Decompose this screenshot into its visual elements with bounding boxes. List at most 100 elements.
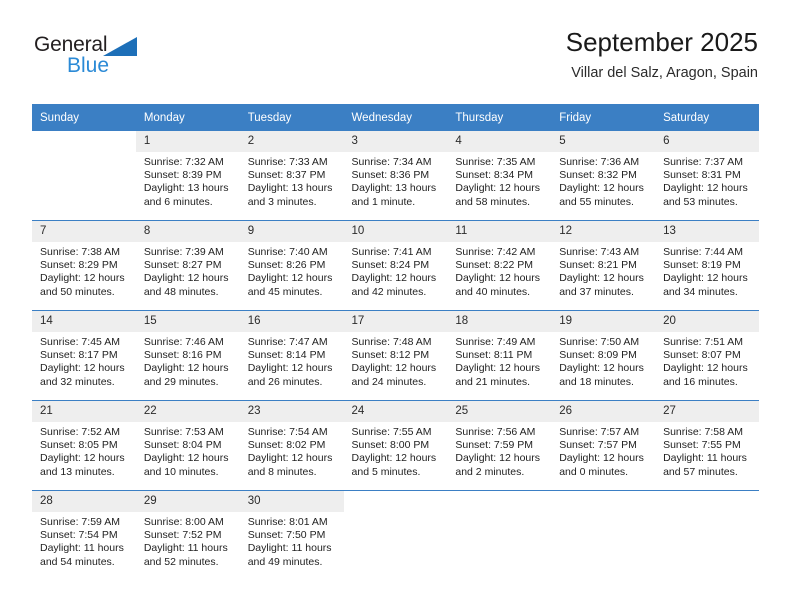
sunrise-text: Sunrise: 7:54 AM <box>247 426 328 438</box>
calendar-day-cell[interactable]: 26 Sunrise: 7:57 AM Sunset: 7:57 PM Dayligh… <box>551 400 656 491</box>
sunrise-text: Sunrise: 7:59 AM <box>40 516 120 528</box>
calendar-day-cell[interactable]: 18 Sunrise: 7:49 AM Sunset: 8:11 PM Dayligh… <box>447 310 552 401</box>
day-number: 30 <box>239 491 344 512</box>
day-cell-content: 21 Sunrise: 7:52 AM Sunset: 8:05 PM Dayligh… <box>32 401 136 490</box>
daylight-text: Daylight: 12 hours and 55 minutes. <box>559 182 644 208</box>
calendar-day-cell[interactable]: 30 Sunrise: 8:01 AM Sunset: 7:50 PM Dayligh… <box>239 490 344 580</box>
day-number: 10 <box>343 221 448 242</box>
day-number: 19 <box>551 311 656 332</box>
calendar-page: General Blue September 2025 Villar del S… <box>0 0 792 612</box>
day-sun-info: Sunrise: 7:59 AM Sunset: 7:54 PM Daylight:… <box>32 512 136 569</box>
sunrise-text: Sunrise: 7:51 AM <box>663 336 744 348</box>
calendar-day-cell[interactable]: 10 Sunrise: 7:41 AM Sunset: 8:24 PM Dayligh… <box>343 220 448 311</box>
calendar-day-cell[interactable]: 7 Sunrise: 7:38 AM Sunset: 8:29 PM Daylight… <box>32 220 136 311</box>
day-sun-info: Sunrise: 7:34 AM Sunset: 8:36 PM Daylight:… <box>344 152 448 209</box>
sunrise-text: Sunrise: 7:36 AM <box>559 156 640 168</box>
weekday-header-friday: Friday <box>551 104 656 131</box>
day-number: 1 <box>135 131 240 152</box>
daylight-text: Daylight: 12 hours and 58 minutes. <box>455 182 541 208</box>
calendar-table: Sunday Monday Tuesday Wednesday Thursday… <box>32 104 759 580</box>
calendar-day-cell[interactable]: 6 Sunrise: 7:37 AM Sunset: 8:31 PM Daylight… <box>655 131 759 221</box>
sunset-text: Sunset: 8:36 PM <box>351 169 430 182</box>
daylight-text: Daylight: 12 hours and 5 minutes. <box>351 452 437 478</box>
calendar-day-cell[interactable]: 22 Sunrise: 7:53 AM Sunset: 8:04 PM Dayligh… <box>135 400 240 491</box>
sunset-text: Sunset: 8:12 PM <box>351 349 430 362</box>
sunset-text: Sunset: 8:11 PM <box>455 349 533 362</box>
calendar-day-cell[interactable]: 16 Sunrise: 7:47 AM Sunset: 8:14 PM Dayligh… <box>239 310 344 401</box>
calendar-day-cell[interactable]: 11 Sunrise: 7:42 AM Sunset: 8:22 PM Dayligh… <box>447 220 552 311</box>
sunset-text: Sunset: 7:59 PM <box>455 439 534 452</box>
day-number: 23 <box>239 401 344 422</box>
calendar-day-cell[interactable]: 14 Sunrise: 7:45 AM Sunset: 8:17 PM Dayligh… <box>32 310 136 401</box>
daylight-text: Daylight: 12 hours and 26 minutes. <box>247 362 333 388</box>
daylight-text: Daylight: 13 hours and 1 minute. <box>351 182 437 208</box>
daylight-text: Daylight: 12 hours and 34 minutes. <box>663 272 748 298</box>
day-cell-content: 7 Sunrise: 7:38 AM Sunset: 8:29 PM Daylight… <box>32 221 136 310</box>
sunrise-text: Sunrise: 7:42 AM <box>455 246 536 258</box>
calendar-day-cell[interactable]: 20 Sunrise: 7:51 AM Sunset: 8:07 PM Dayligh… <box>655 310 759 401</box>
calendar-day-cell[interactable]: 24 Sunrise: 7:55 AM Sunset: 8:00 PM Dayligh… <box>343 400 448 491</box>
day-cell-content: 25 Sunrise: 7:56 AM Sunset: 7:59 PM Dayligh… <box>447 401 552 490</box>
calendar-day-cell[interactable]: 28 Sunrise: 7:59 AM Sunset: 7:54 PM Dayligh… <box>32 490 136 580</box>
calendar-day-cell[interactable]: 29 Sunrise: 8:00 AM Sunset: 7:52 PM Dayligh… <box>135 490 240 580</box>
day-number: 25 <box>447 401 552 422</box>
day-sun-info: Sunrise: 7:35 AM Sunset: 8:34 PM Daylight:… <box>447 152 551 209</box>
calendar-day-cell[interactable]: 1 Sunrise: 7:32 AM Sunset: 8:39 PM Daylight… <box>135 131 240 221</box>
sunrise-text: Sunrise: 7:44 AM <box>663 246 744 258</box>
day-number: 21 <box>32 401 136 422</box>
sunrise-text: Sunrise: 7:55 AM <box>351 426 432 438</box>
sunrise-text: Sunrise: 7:58 AM <box>663 426 744 438</box>
daylight-text: Daylight: 12 hours and 2 minutes. <box>455 452 541 478</box>
day-cell-content: 9 Sunrise: 7:40 AM Sunset: 8:26 PM Daylight… <box>239 221 344 310</box>
calendar-day-cell[interactable] <box>551 490 656 580</box>
day-sun-info: Sunrise: 8:00 AM Sunset: 7:52 PM Daylight:… <box>136 512 240 569</box>
day-number: 6 <box>655 131 759 152</box>
calendar-day-cell[interactable]: 4 Sunrise: 7:35 AM Sunset: 8:34 PM Daylight… <box>447 131 552 221</box>
calendar-day-cell[interactable]: 9 Sunrise: 7:40 AM Sunset: 8:26 PM Daylight… <box>239 220 344 311</box>
calendar-day-cell[interactable]: 25 Sunrise: 7:56 AM Sunset: 7:59 PM Dayligh… <box>447 400 552 491</box>
sunset-text: Sunset: 7:50 PM <box>247 529 326 542</box>
calendar-day-cell[interactable] <box>32 131 136 221</box>
sunset-text: Sunset: 8:14 PM <box>247 349 326 362</box>
day-cell-content: 6 Sunrise: 7:37 AM Sunset: 8:31 PM Daylight… <box>655 131 759 220</box>
calendar-day-cell[interactable] <box>447 490 552 580</box>
calendar-day-cell[interactable]: 5 Sunrise: 7:36 AM Sunset: 8:32 PM Daylight… <box>551 131 656 221</box>
calendar-day-cell[interactable]: 3 Sunrise: 7:34 AM Sunset: 8:36 PM Daylight… <box>343 131 448 221</box>
calendar-day-cell[interactable]: 19 Sunrise: 7:50 AM Sunset: 8:09 PM Dayligh… <box>551 310 656 401</box>
sunrise-text: Sunrise: 8:00 AM <box>143 516 224 528</box>
day-sun-info: Sunrise: 7:51 AM Sunset: 8:07 PM Daylight:… <box>655 332 759 389</box>
calendar-day-cell[interactable] <box>343 490 448 580</box>
day-sun-info: Sunrise: 7:46 AM Sunset: 8:16 PM Daylight:… <box>136 332 240 389</box>
sunrise-text: Sunrise: 7:46 AM <box>143 336 224 348</box>
day-number: 26 <box>551 401 656 422</box>
weekday-header-sunday: Sunday <box>32 104 136 131</box>
daylight-text: Daylight: 12 hours and 48 minutes. <box>143 272 229 298</box>
day-sun-info: Sunrise: 7:43 AM Sunset: 8:21 PM Daylight:… <box>551 242 655 299</box>
calendar-day-cell[interactable]: 2 Sunrise: 7:33 AM Sunset: 8:37 PM Daylight… <box>239 131 344 221</box>
daylight-text: Daylight: 12 hours and 10 minutes. <box>143 452 229 478</box>
calendar-day-cell[interactable]: 21 Sunrise: 7:52 AM Sunset: 8:05 PM Dayligh… <box>32 400 136 491</box>
day-sun-info: Sunrise: 7:37 AM Sunset: 8:31 PM Daylight:… <box>655 152 759 209</box>
calendar-day-cell[interactable]: 15 Sunrise: 7:46 AM Sunset: 8:16 PM Dayligh… <box>135 310 240 401</box>
daylight-text: Daylight: 12 hours and 40 minutes. <box>455 272 541 298</box>
calendar-day-cell[interactable]: 17 Sunrise: 7:48 AM Sunset: 8:12 PM Dayligh… <box>343 310 448 401</box>
calendar-day-cell[interactable]: 23 Sunrise: 7:54 AM Sunset: 8:02 PM Dayligh… <box>239 400 344 491</box>
daylight-text: Daylight: 13 hours and 6 minutes. <box>143 182 229 208</box>
day-number: 9 <box>239 221 344 242</box>
calendar-day-cell[interactable]: 12 Sunrise: 7:43 AM Sunset: 8:21 PM Dayligh… <box>551 220 656 311</box>
calendar-week-row: 21 Sunrise: 7:52 AM Sunset: 8:05 PM Dayligh… <box>32 400 759 491</box>
day-number: 12 <box>551 221 656 242</box>
calendar-day-cell[interactable]: 27 Sunrise: 7:58 AM Sunset: 7:55 PM Dayligh… <box>655 400 759 491</box>
sunrise-text: Sunrise: 7:52 AM <box>40 426 120 438</box>
daylight-text: Daylight: 13 hours and 3 minutes. <box>247 182 333 208</box>
day-sun-info: Sunrise: 7:50 AM Sunset: 8:09 PM Daylight:… <box>551 332 655 389</box>
day-cell-content: 24 Sunrise: 7:55 AM Sunset: 8:00 PM Dayligh… <box>343 401 448 490</box>
day-cell-content: 4 Sunrise: 7:35 AM Sunset: 8:34 PM Daylight… <box>447 131 552 220</box>
calendar-day-cell[interactable]: 8 Sunrise: 7:39 AM Sunset: 8:27 PM Daylight… <box>135 220 240 311</box>
calendar-day-cell[interactable] <box>655 490 759 580</box>
day-sun-info: Sunrise: 7:42 AM Sunset: 8:22 PM Daylight:… <box>447 242 551 299</box>
day-cell-content: 27 Sunrise: 7:58 AM Sunset: 7:55 PM Dayligh… <box>655 401 759 490</box>
sunrise-text: Sunrise: 7:33 AM <box>247 156 328 168</box>
day-number <box>344 491 448 512</box>
calendar-day-cell[interactable]: 13 Sunrise: 7:44 AM Sunset: 8:19 PM Dayligh… <box>655 220 759 311</box>
